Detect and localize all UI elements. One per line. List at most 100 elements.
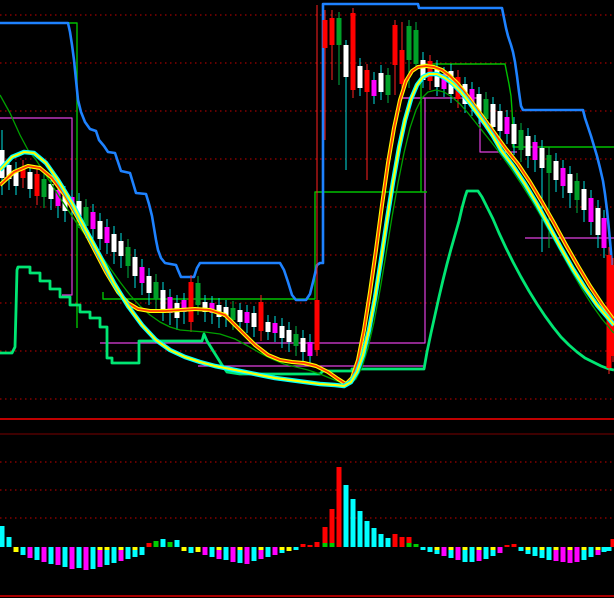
histogram-bar-down <box>547 547 552 560</box>
candle-body <box>42 179 47 197</box>
candle-body <box>568 174 573 193</box>
candle-body <box>519 130 524 150</box>
histogram-bar-up <box>351 499 356 547</box>
candle-body <box>547 155 552 173</box>
candle-body <box>344 45 349 77</box>
histogram-bar-down <box>105 550 110 565</box>
histogram-bar-up <box>365 521 370 547</box>
histogram-bar-down <box>210 547 215 557</box>
candle-body <box>323 20 328 48</box>
candle-body <box>35 174 40 196</box>
histogram-bar-down <box>287 547 292 551</box>
histogram-bar-down <box>266 547 271 557</box>
histogram-bar-down <box>519 547 524 551</box>
histogram-bar-down <box>498 547 503 553</box>
histogram-bar-base <box>407 543 412 547</box>
histogram-bar-down <box>112 547 117 563</box>
candle-body <box>161 290 166 309</box>
histogram-bar-cap <box>540 547 545 550</box>
histogram-bar-down <box>575 547 580 562</box>
histogram-bar-up <box>154 541 159 547</box>
histogram-bar-down <box>98 550 103 567</box>
histogram-bar-up <box>358 511 363 547</box>
candle-body <box>379 73 384 92</box>
candle-body <box>337 18 342 45</box>
candle-body <box>245 312 250 323</box>
histogram-bar-cap <box>491 547 496 550</box>
candle-body <box>28 172 33 189</box>
histogram-bar-down <box>42 547 47 562</box>
candle-body <box>589 198 594 222</box>
histogram-bar-cap <box>280 547 285 550</box>
histogram-bar-cap <box>238 547 243 550</box>
candle-body <box>259 302 264 331</box>
histogram-bar-up <box>386 538 391 547</box>
candle-body <box>407 26 412 60</box>
histogram-bar-cap <box>217 547 222 550</box>
histogram-bar-down <box>463 550 468 562</box>
histogram-bar-up <box>147 543 152 547</box>
histogram-bar-up <box>168 542 173 547</box>
histogram-bar-down <box>252 547 257 561</box>
candle-body <box>315 300 320 350</box>
histogram-bar-up <box>175 540 180 547</box>
histogram-bar-down <box>607 547 612 551</box>
stock-chart-window <box>0 0 614 598</box>
histogram-bar-down <box>561 547 566 562</box>
histogram-bar-down <box>596 550 601 555</box>
candle-body <box>98 221 103 239</box>
histogram-bar-base <box>330 543 335 547</box>
histogram-bar-down <box>35 547 40 560</box>
candle-body <box>105 227 110 243</box>
candle-body <box>386 75 391 95</box>
histogram-bar-down <box>224 547 229 560</box>
histogram-bar-down <box>435 550 440 554</box>
candle-body <box>611 265 614 356</box>
histogram-bar-down <box>28 547 33 558</box>
histogram-bar-up <box>372 528 377 547</box>
histogram-bar-up <box>323 527 328 543</box>
candle-body <box>119 241 124 256</box>
candle-body <box>112 234 117 252</box>
histogram-bar-down <box>470 547 475 562</box>
candle-body <box>133 257 138 276</box>
histogram-bar-down <box>231 547 236 562</box>
candle-body <box>491 104 496 127</box>
candle-body <box>540 148 545 168</box>
histogram-bar-up <box>301 544 306 547</box>
histogram-bar-down <box>602 547 607 552</box>
histogram-bar-down <box>259 550 264 559</box>
histogram-bar-down <box>589 547 594 557</box>
chart-canvas[interactable] <box>0 0 614 598</box>
candle-body <box>189 282 194 322</box>
histogram-bar-up <box>505 545 510 547</box>
candle-body <box>393 25 398 65</box>
candle-body <box>428 61 433 81</box>
histogram-bar-up <box>337 467 342 547</box>
histogram-bar-up <box>393 534 398 547</box>
histogram-bar-down <box>21 547 26 555</box>
histogram-bar-down <box>91 547 96 569</box>
histogram-bar-down <box>526 550 531 554</box>
histogram-bar-cap <box>119 547 124 550</box>
histogram-bar-down <box>77 547 82 568</box>
histogram-bar-down <box>294 547 299 550</box>
histogram-bar-down <box>245 547 250 564</box>
histogram-bar-down <box>203 547 208 555</box>
histogram-bar-down <box>554 550 559 561</box>
candle-body <box>561 168 566 186</box>
candle-body <box>147 276 152 293</box>
histogram-bar-cap <box>568 547 573 550</box>
candle-body <box>358 66 363 88</box>
histogram-bar-down <box>238 550 243 563</box>
histogram-bar-up <box>379 534 384 547</box>
candle-body <box>526 136 531 156</box>
histogram-bar-up <box>7 537 12 547</box>
histogram-bar-up <box>611 539 614 547</box>
histogram-bar-down <box>568 550 573 563</box>
histogram-bar-down <box>217 550 222 559</box>
candle-body <box>533 142 538 160</box>
histogram-bar-up <box>414 544 419 547</box>
histogram-bar-up <box>161 539 166 547</box>
histogram-bar-down <box>189 547 194 553</box>
